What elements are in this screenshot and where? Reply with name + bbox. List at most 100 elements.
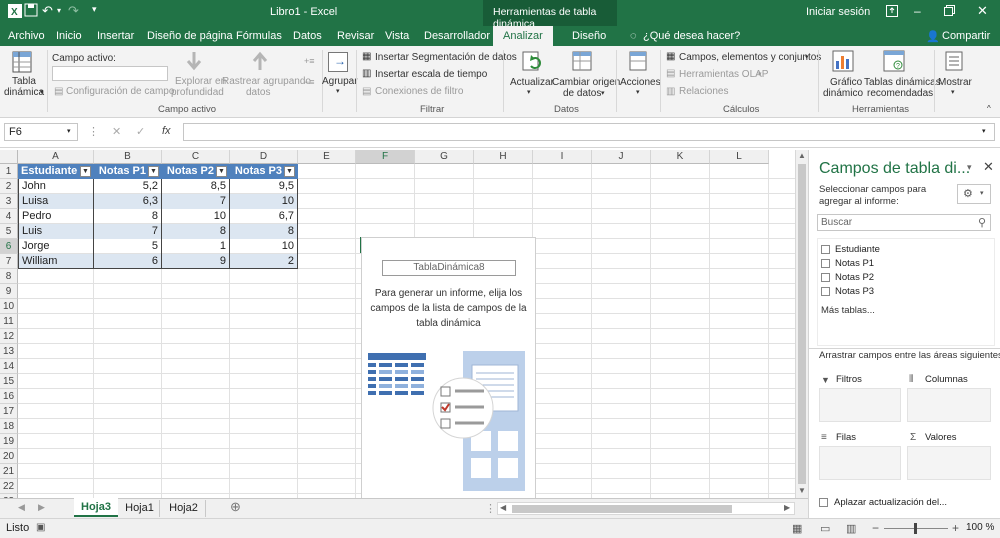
- recommended-pivots-label2[interactable]: recomendadas: [867, 88, 933, 99]
- close-icon[interactable]: ✕: [977, 3, 988, 19]
- tab-diseno-pagina[interactable]: Diseño de página: [147, 30, 233, 42]
- column-header-e[interactable]: E: [298, 150, 356, 164]
- table-cell[interactable]: 5,2: [94, 179, 162, 194]
- undo-dropdown-icon[interactable]: ▾: [57, 6, 61, 15]
- relationships-button[interactable]: Relaciones: [679, 86, 728, 97]
- page-layout-view-icon[interactable]: ▭: [820, 522, 830, 535]
- undo-icon[interactable]: ↶: [42, 3, 53, 19]
- tab-formulas[interactable]: Fórmulas: [236, 30, 282, 42]
- pane-layout-settings-button[interactable]: ⚙ ▾: [957, 184, 991, 204]
- horizontal-scrollbar[interactable]: ◀ ▶: [497, 502, 795, 515]
- row-header-13[interactable]: 13: [0, 344, 18, 359]
- drill-down-label2[interactable]: profundidad: [171, 87, 224, 98]
- defer-update-checkbox[interactable]: [819, 498, 828, 507]
- row-header-5[interactable]: 5: [0, 224, 18, 239]
- pane-close-icon[interactable]: ✕: [983, 159, 994, 175]
- expand-field-icon[interactable]: +≡: [304, 56, 315, 66]
- tab-desarrollador[interactable]: Desarrollador: [424, 30, 490, 42]
- table-cell[interactable]: William: [18, 254, 94, 269]
- column-header-c[interactable]: C: [162, 150, 230, 164]
- row-header-10[interactable]: 10: [0, 299, 18, 314]
- column-header-f[interactable]: F: [356, 150, 415, 164]
- filter-connections-button[interactable]: Conexiones de filtro: [375, 86, 463, 97]
- tab-split-handle-icon[interactable]: ⋮: [485, 502, 496, 515]
- column-header-h[interactable]: H: [474, 150, 533, 164]
- field-checkbox[interactable]: [821, 245, 830, 254]
- field-checkbox[interactable]: [821, 259, 830, 268]
- change-source-label2[interactable]: de datos: [563, 88, 601, 99]
- active-field-input[interactable]: [52, 66, 168, 81]
- tab-datos[interactable]: Datos: [293, 30, 322, 42]
- row-header-4[interactable]: 4: [0, 209, 18, 224]
- column-header-l[interactable]: L: [710, 150, 769, 164]
- pivot-chart-label2[interactable]: dinámico: [823, 88, 863, 99]
- customize-qat-icon[interactable]: ▾: [92, 4, 97, 15]
- share-button[interactable]: Compartir: [942, 30, 990, 42]
- row-header-6[interactable]: 6: [0, 239, 18, 254]
- table-cell[interactable]: 7: [162, 194, 230, 209]
- name-box-dropdown-icon[interactable]: ▾: [67, 127, 71, 135]
- column-header-g[interactable]: G: [415, 150, 474, 164]
- zoom-out-icon[interactable]: −: [872, 521, 879, 535]
- table-cell[interactable]: 6,3: [94, 194, 162, 209]
- area-filas-dropzone[interactable]: [819, 446, 901, 480]
- ribbon-display-icon[interactable]: [886, 5, 898, 17]
- collapse-ribbon-icon[interactable]: ^: [987, 104, 991, 113]
- table-cell[interactable]: 8: [162, 224, 230, 239]
- area-filtros-dropzone[interactable]: [819, 388, 901, 422]
- refresh-dropdown-icon[interactable]: ▾: [527, 88, 531, 96]
- field-checkbox[interactable]: [821, 273, 830, 282]
- select-all-corner[interactable]: [0, 150, 18, 164]
- share-icon[interactable]: 👤: [926, 30, 940, 43]
- tell-me-search[interactable]: ¿Qué desea hacer?: [643, 30, 740, 42]
- table-cell[interactable]: 2: [230, 254, 298, 269]
- filter-dropdown-icon[interactable]: ▼: [284, 166, 295, 177]
- refresh-button[interactable]: Actualizar: [510, 77, 554, 88]
- change-source-button[interactable]: Cambiar origen: [552, 77, 620, 88]
- zoom-slider-thumb[interactable]: [914, 523, 917, 534]
- pivot-placeholder[interactable]: TablaDinámica8 Para generar un informe, …: [361, 237, 536, 500]
- minimize-icon[interactable]: –: [914, 4, 921, 18]
- row-header-15[interactable]: 15: [0, 374, 18, 389]
- collapse-field-icon[interactable]: −≡: [304, 77, 315, 87]
- zoom-in-icon[interactable]: +: [952, 521, 959, 535]
- table-cell[interactable]: 1: [162, 239, 230, 254]
- scroll-up-icon[interactable]: ▲: [798, 151, 806, 160]
- filter-dropdown-icon[interactable]: ▼: [148, 166, 159, 177]
- table-cell[interactable]: Jorge: [18, 239, 94, 254]
- table-cell[interactable]: 10: [230, 239, 298, 254]
- signin-link[interactable]: Iniciar sesión: [806, 6, 870, 18]
- column-header-b[interactable]: B: [94, 150, 162, 164]
- area-columnas-dropzone[interactable]: [907, 388, 991, 422]
- show-button[interactable]: Mostrar: [938, 77, 972, 88]
- expand-formula-icon[interactable]: ▾: [982, 127, 986, 135]
- confirm-entry-icon[interactable]: ✓: [136, 125, 145, 138]
- cancel-entry-icon[interactable]: ✕: [112, 125, 121, 138]
- save-icon[interactable]: [24, 3, 38, 17]
- row-header-21[interactable]: 21: [0, 464, 18, 479]
- column-header-d[interactable]: D: [230, 150, 298, 164]
- pivot-table-button-label2[interactable]: dinámica: [4, 87, 44, 98]
- show-dropdown-icon[interactable]: ▾: [951, 88, 955, 96]
- normal-view-icon[interactable]: ▦: [792, 522, 802, 535]
- fields-items-dropdown-icon[interactable]: ▾: [805, 53, 809, 61]
- sheet-tab-hoja2[interactable]: Hoja2: [162, 500, 206, 517]
- table-cell[interactable]: 7: [94, 224, 162, 239]
- recommended-pivots-button[interactable]: Tablas dinámicas: [864, 77, 941, 88]
- filter-dropdown-icon[interactable]: ▼: [80, 166, 91, 177]
- field-search-input[interactable]: Buscar ⚲: [817, 214, 991, 231]
- table-cell[interactable]: Luis: [18, 224, 94, 239]
- column-header-k[interactable]: K: [651, 150, 710, 164]
- pivot-chart-button[interactable]: Gráfico: [830, 77, 862, 88]
- drill-up-button[interactable]: Rastrear agrupando: [222, 76, 311, 87]
- row-header-14[interactable]: 14: [0, 359, 18, 374]
- tab-vista[interactable]: Vista: [385, 30, 409, 42]
- insert-function-icon[interactable]: fx: [162, 125, 171, 137]
- table-cell[interactable]: 8: [94, 209, 162, 224]
- column-header-j[interactable]: J: [592, 150, 651, 164]
- column-header-i[interactable]: I: [533, 150, 592, 164]
- redo-icon[interactable]: ↷: [68, 3, 79, 19]
- table-cell[interactable]: John: [18, 179, 94, 194]
- olap-tools-button[interactable]: Herramientas OLAP: [679, 69, 768, 80]
- drill-up-label2[interactable]: datos: [246, 87, 270, 98]
